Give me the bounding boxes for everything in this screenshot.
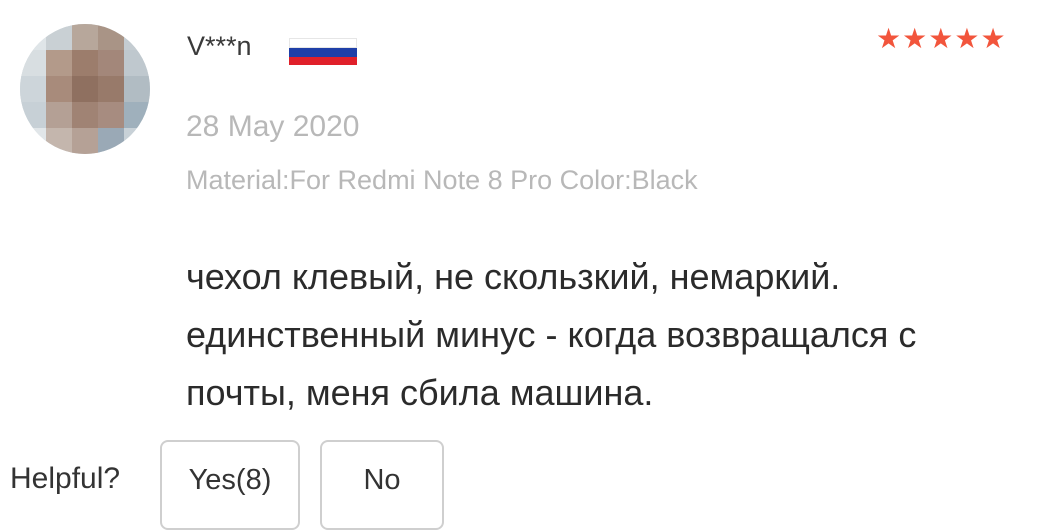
avatar-pixel bbox=[72, 102, 98, 128]
avatar-pixel bbox=[20, 128, 46, 154]
star-rating: ★ ★ ★ ★ ★ bbox=[876, 24, 1006, 54]
review-date: 28 May 2020 bbox=[186, 110, 360, 143]
avatar-pixel bbox=[72, 76, 98, 102]
avatar-pixel bbox=[72, 24, 98, 50]
reviewer-avatar bbox=[20, 24, 150, 154]
flag-stripe-blue bbox=[289, 48, 357, 57]
russia-flag-icon bbox=[289, 38, 357, 65]
avatar-pixel bbox=[98, 76, 124, 102]
avatar-pixel bbox=[98, 128, 124, 154]
avatar-pixel bbox=[20, 76, 46, 102]
avatar-pixel bbox=[72, 128, 98, 154]
star-icon: ★ bbox=[902, 23, 928, 54]
avatar-pixel bbox=[20, 102, 46, 128]
product-variant-info: Material:For Redmi Note 8 Pro Color:Blac… bbox=[186, 165, 698, 195]
review-text: чехол клевый, не скользкий, немаркий. ед… bbox=[186, 256, 917, 413]
flag-stripe-red bbox=[289, 56, 357, 65]
avatar-pixel bbox=[72, 50, 98, 76]
avatar-pixel bbox=[46, 102, 72, 128]
star-icon: ★ bbox=[928, 23, 954, 54]
star-icon: ★ bbox=[876, 23, 902, 54]
helpful-label: Helpful? bbox=[10, 462, 121, 495]
avatar-pixel bbox=[124, 102, 150, 128]
star-icon: ★ bbox=[980, 23, 1006, 54]
avatar-pixel bbox=[124, 50, 150, 76]
avatar-pixel bbox=[46, 50, 72, 76]
star-icon: ★ bbox=[954, 23, 980, 54]
avatar-pixel bbox=[98, 24, 124, 50]
avatar-pixel bbox=[124, 76, 150, 102]
helpful-yes-button[interactable]: Yes(8) bbox=[160, 440, 300, 530]
helpful-no-button[interactable]: No bbox=[320, 440, 444, 530]
avatar-pixel bbox=[98, 50, 124, 76]
avatar-pixel bbox=[124, 24, 150, 50]
avatar-pixel bbox=[46, 128, 72, 154]
avatar-pixel bbox=[46, 24, 72, 50]
avatar-pixel bbox=[124, 128, 150, 154]
avatar-pixel bbox=[98, 102, 124, 128]
flag-stripe-white bbox=[289, 38, 357, 49]
reviewer-name: V***n bbox=[187, 31, 252, 61]
avatar-pixel bbox=[20, 50, 46, 76]
avatar-pixel bbox=[46, 76, 72, 102]
avatar-pixel bbox=[20, 24, 46, 50]
